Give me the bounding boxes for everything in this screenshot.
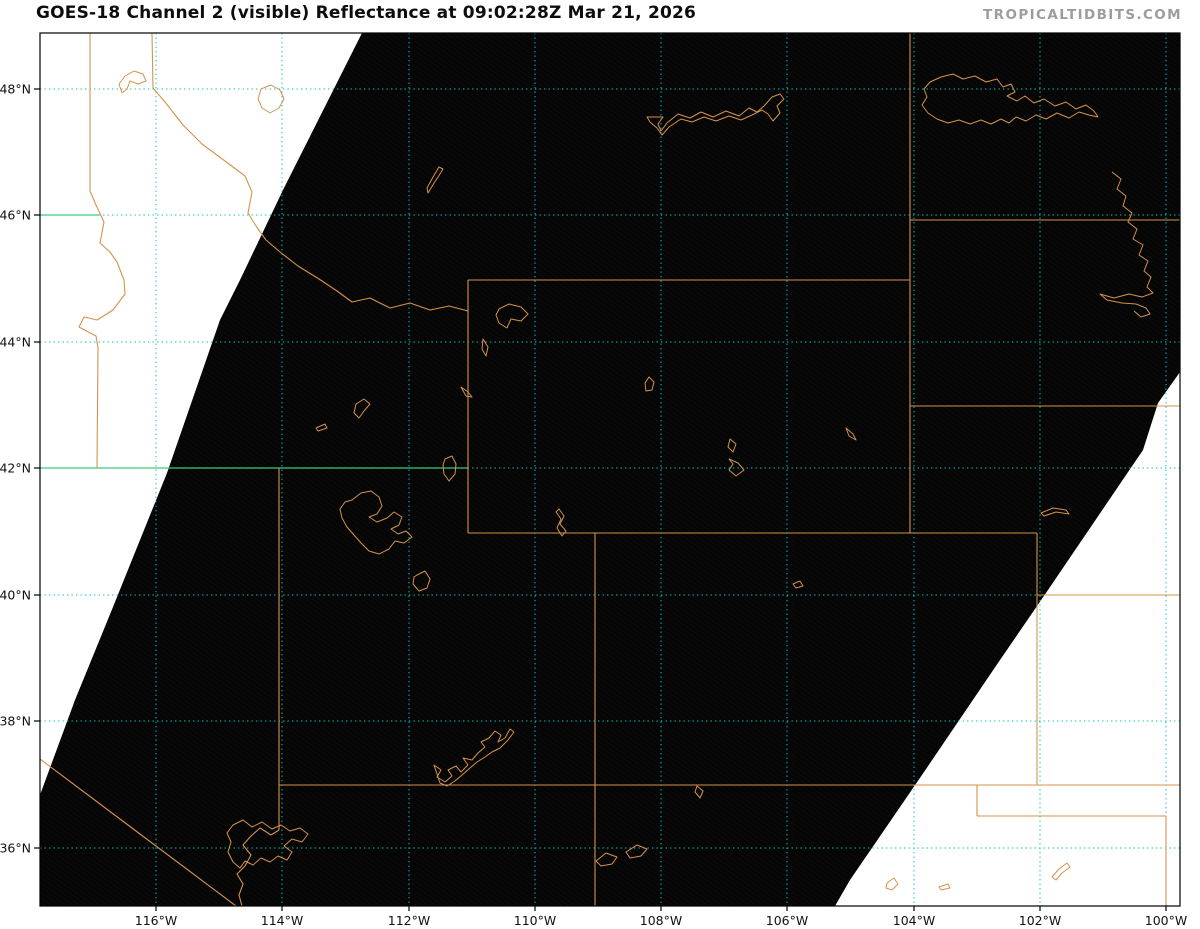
goes-satellite-image-page: GOES-18 Channel 2 (visible) Reflectance … <box>0 0 1200 929</box>
x-tick-label: 106°W <box>766 913 808 928</box>
y-tick-label: 44°N <box>0 335 31 350</box>
x-tick-label: 108°W <box>640 913 682 928</box>
x-tick-label: 104°W <box>893 913 935 928</box>
y-tick-label: 48°N <box>0 82 31 97</box>
image-title: GOES-18 Channel 2 (visible) Reflectance … <box>36 3 697 23</box>
tropicaltidbits-watermark: TROPICALTIDBITS.COM <box>983 7 1182 23</box>
x-tick-label: 100°W <box>1145 913 1187 928</box>
x-tick-label: 102°W <box>1019 913 1061 928</box>
y-tick-label: 38°N <box>0 714 31 729</box>
satellite-map: 116°W 114°W 112°W 110°W 108°W 106°W 104°W 102°W… <box>0 32 1187 928</box>
y-tick-label: 36°N <box>0 841 31 856</box>
x-tick-label: 114°W <box>261 913 303 928</box>
x-tick-label: 112°W <box>388 913 430 928</box>
x-tick-label: 110°W <box>514 913 556 928</box>
y-tick-label: 40°N <box>0 588 31 603</box>
y-tick-label: 42°N <box>0 461 31 476</box>
y-tick-label: 46°N <box>0 208 31 223</box>
x-tick-label: 116°W <box>135 913 177 928</box>
